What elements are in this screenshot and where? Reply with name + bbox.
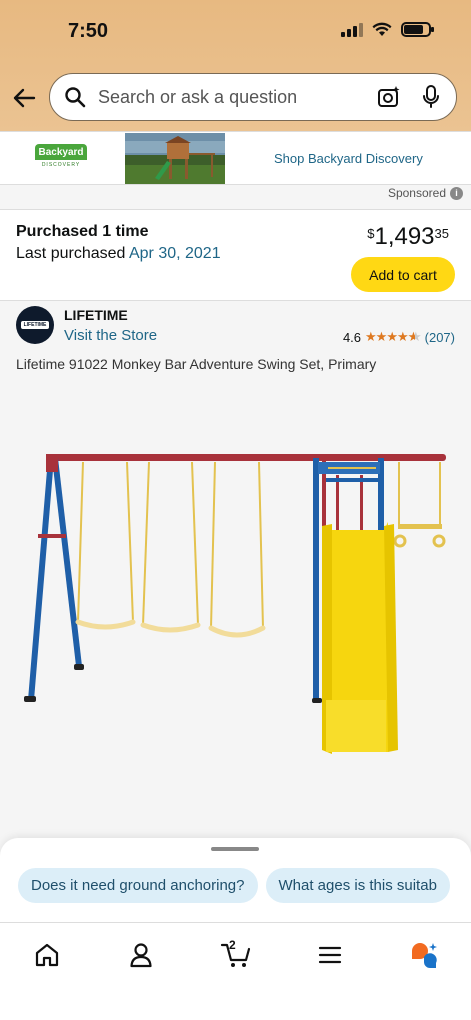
price: $1,493 35 [367,223,449,250]
rating-count: (207) [424,329,455,345]
mic-icon[interactable] [418,84,444,110]
ad-shop-link[interactable]: Shop Backyard Discovery [274,151,423,166]
suggestion-chip[interactable]: Does it need ground anchoring? [18,868,258,903]
purchase-history-card: Purchased 1 time Last purchased Apr 30, … [0,209,471,301]
home-icon [35,943,59,967]
brand-name: LIFETIME [64,307,128,323]
search-bar[interactable] [49,73,457,121]
menu-icon [318,946,342,964]
info-icon: i [450,186,463,200]
cart-icon [220,943,251,967]
search-input[interactable] [98,86,376,108]
status-time: 7:50 [68,20,109,42]
lifetime-logo[interactable]: LIFETIME [16,306,54,344]
nav-cart[interactable]: 2 [214,938,258,971]
bottom-nav: 2 [0,922,471,1020]
battery-icon [401,22,434,37]
search-icon [62,84,88,110]
rating[interactable]: 4.6 ★★★★★★ (207) [343,329,455,345]
wifi-icon [372,22,392,36]
back-button[interactable] [10,84,38,112]
product-title: Lifetime 91022 Monkey Bar Adventure Swin… [16,356,377,372]
suggestion-chip[interactable]: What ages is this suitab [265,868,450,903]
nav-home[interactable] [25,939,69,971]
nav-menu[interactable] [308,939,352,971]
assistant-icon [412,943,437,968]
last-purchased: Last purchased Apr 30, 2021 [16,245,221,262]
product-image[interactable] [0,400,471,820]
status-icons [341,22,434,37]
sponsored-label[interactable]: Sponsored i [388,186,463,200]
star-rating-icon: ★★★★★★ [365,329,421,344]
nav-account[interactable] [119,939,163,971]
add-to-cart-button[interactable]: Add to cart [351,257,455,292]
purchased-count: Purchased 1 time [16,223,149,240]
last-purchased-date[interactable]: Apr 30, 2021 [129,245,221,262]
signal-icon [341,22,363,37]
ad-playset-image [125,133,225,184]
product-info: LIFETIME LIFETIME Visit the Store 4.6 ★★… [0,301,471,381]
rating-value: 4.6 [342,329,362,345]
back-arrow-icon [13,88,36,108]
camera-icon[interactable] [376,84,402,110]
sponsored-ad-banner[interactable]: Backyard DISCOVERY Shop Backyard Discove… [0,131,471,185]
cart-count: 2 [229,938,236,952]
header: 7:50 [0,0,471,131]
backyard-discovery-logo: Backyard DISCOVERY [35,144,87,174]
rufus-suggestion-sheet: Does it need ground anchoring? What ages… [0,838,471,922]
visit-store-link[interactable]: Visit the Store [64,327,157,344]
account-icon [130,943,152,968]
suggestion-chips: Does it need ground anchoring? What ages… [18,868,450,903]
sheet-drag-handle[interactable] [211,847,259,851]
nav-rufus[interactable] [402,939,446,971]
